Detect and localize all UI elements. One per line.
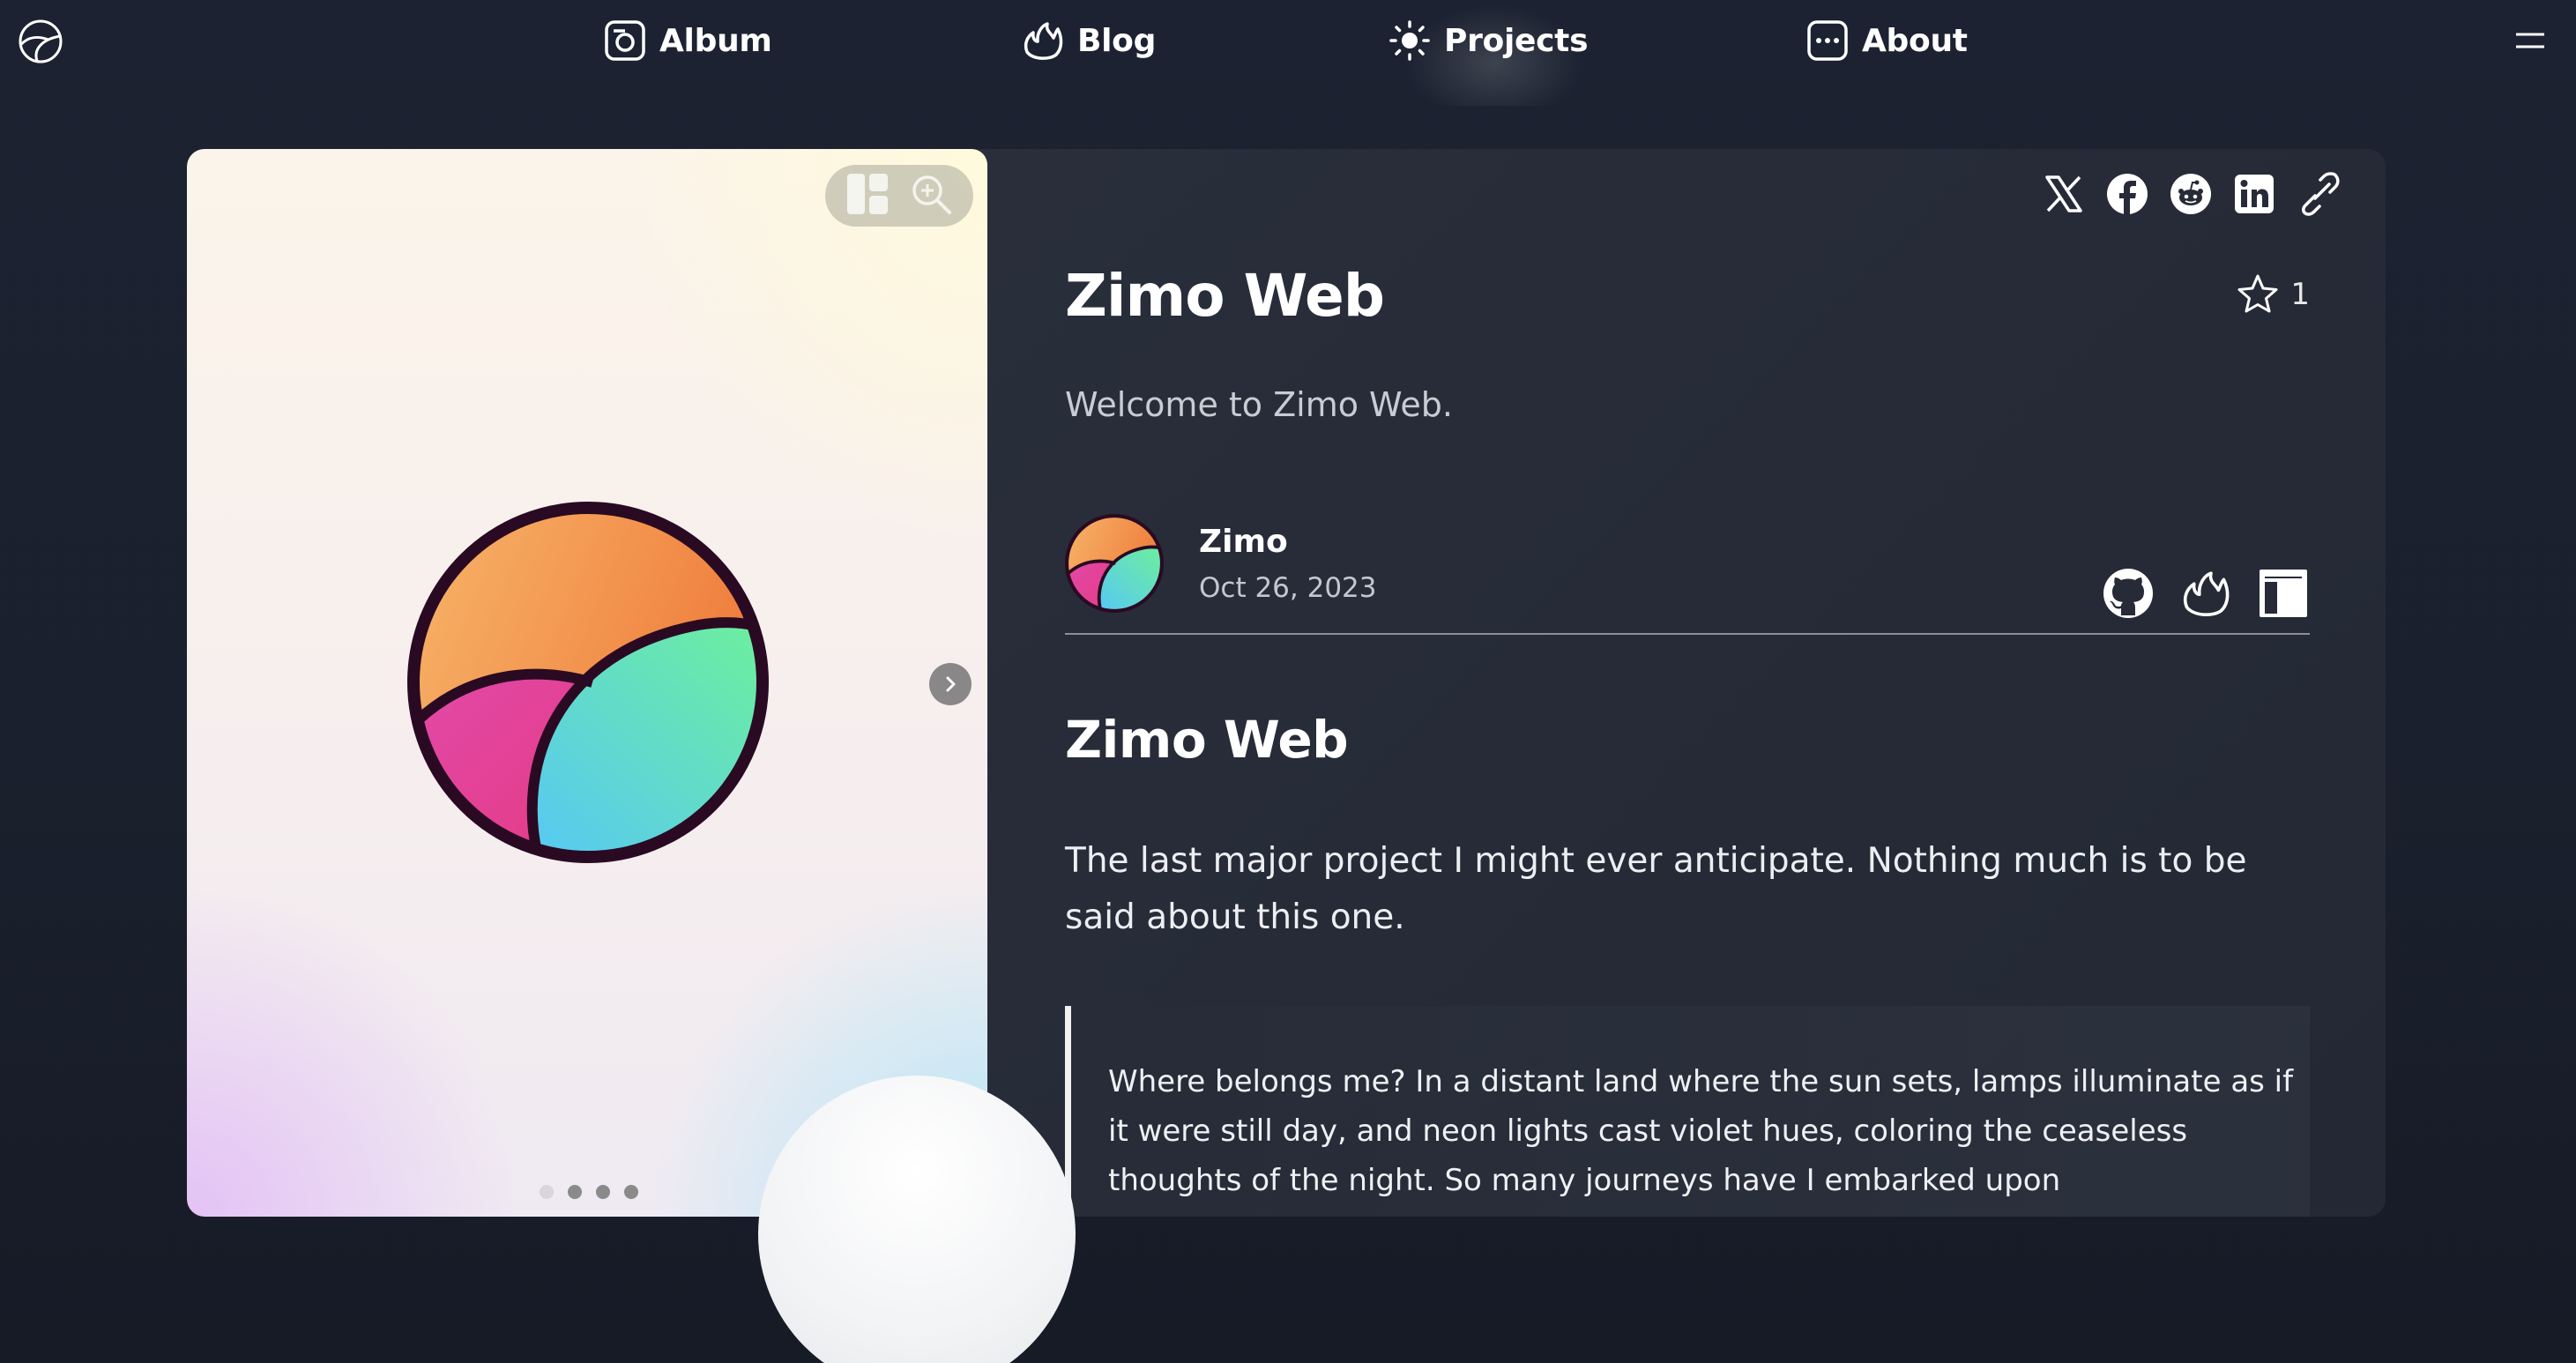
x-icon[interactable] [2042,172,2086,216]
nav-album[interactable]: Album [603,11,772,71]
avatar[interactable] [1065,514,1164,613]
star-icon [2237,274,2278,313]
nav-about[interactable]: About [1805,11,1968,71]
divider [1065,633,2310,635]
camera-icon [605,20,645,61]
nav-blog[interactable]: Blog [1021,11,1156,71]
zimo-web-logo [407,502,769,863]
layout-icon[interactable] [845,171,890,220]
fire-icon [1024,22,1063,60]
top-nav: Album Blog Projects About [0,0,2576,106]
sun-icon [1389,20,1430,61]
nav-projects[interactable]: Projects [1388,11,1589,71]
github-icon[interactable] [2102,567,2155,620]
reddit-icon[interactable] [2169,172,2213,216]
hamburger-icon[interactable] [2513,23,2548,58]
article-content: Zimo Web 1 Welcome to Zimo Web. Zimo Oct… [1065,149,2340,1217]
gallery-dot[interactable] [568,1185,582,1199]
author-block: Zimo Oct 26, 2023 [1065,514,1377,613]
project-card: Zimo Web 1 Welcome to Zimo Web. Zimo Oct… [187,149,2386,1217]
facebook-icon[interactable] [2105,172,2149,216]
quote-text: Where belongs me? In a distant land wher… [1108,1064,2294,1198]
gallery-pagination [540,1185,638,1199]
linkedin-icon[interactable] [2232,172,2276,216]
nav-blog-label: Blog [1077,22,1157,59]
gallery-dot[interactable] [596,1185,610,1199]
zoom-icon[interactable] [908,171,954,220]
image-gallery[interactable] [187,149,987,1217]
zimo-logo-icon[interactable] [18,19,63,64]
post-date: Oct 26, 2023 [1199,571,1377,604]
gallery-toolbar [825,165,973,227]
author-meta: Zimo Oct 26, 2023 [1199,524,1377,604]
star-button[interactable]: 1 [2236,272,2310,317]
author-name[interactable]: Zimo [1199,524,1377,560]
link-icon[interactable] [2296,172,2340,216]
gallery-next-button[interactable] [929,663,972,705]
project-links [2102,567,2310,620]
star-count: 1 [2290,277,2310,312]
share-bar [2042,172,2340,216]
nav-projects-label: Projects [1444,22,1589,59]
chevron-right-icon [946,676,956,692]
section-heading: Zimo Web [1065,710,1349,770]
gallery-dot[interactable] [540,1185,554,1199]
nav-about-label: About [1862,22,1968,59]
article-subtitle: Welcome to Zimo Web. [1065,385,1453,424]
fire-icon[interactable] [2179,567,2232,620]
blockquote: Where belongs me? In a distant land wher… [1065,1006,2310,1217]
article-paragraph: The last major project I might ever anti… [1065,841,2247,937]
gallery-dot[interactable] [624,1185,638,1199]
nav-album-label: Album [659,22,772,59]
layout-icon[interactable] [2257,567,2310,620]
article-title: Zimo Web [1065,262,1385,330]
ellipsis-icon [1807,20,1848,61]
